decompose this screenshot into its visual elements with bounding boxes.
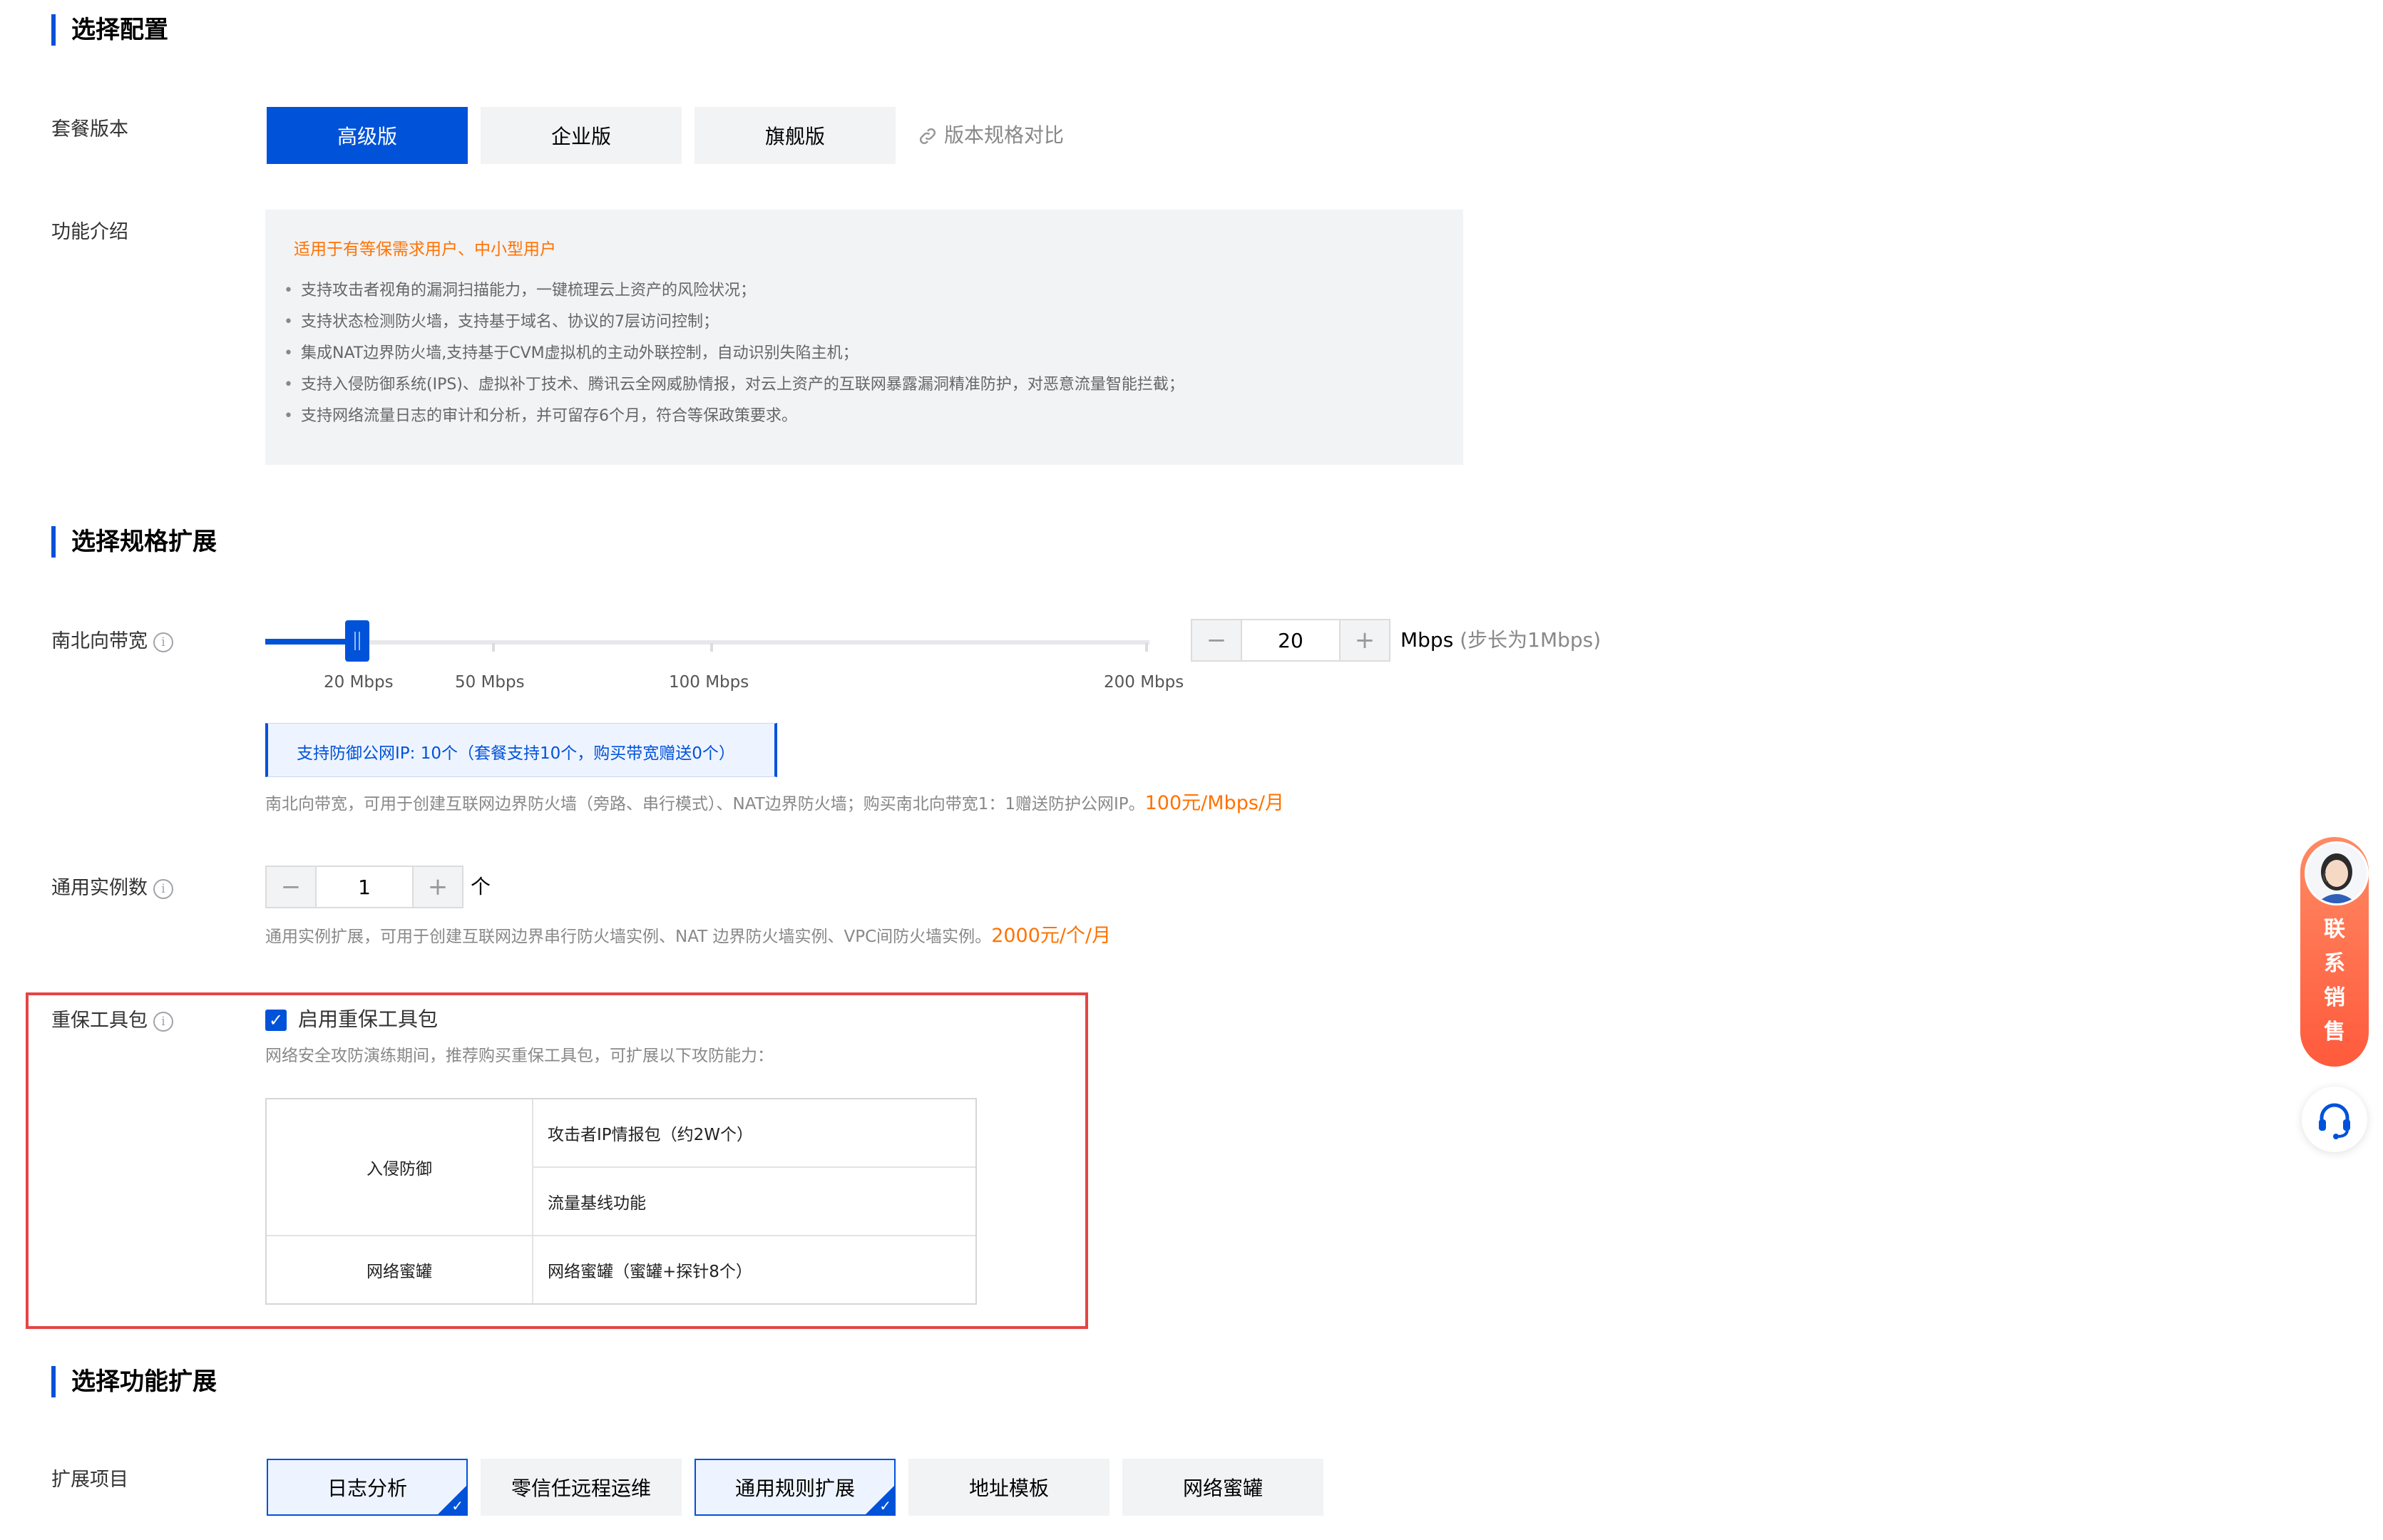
instances-note: 通用实例扩展，可用于创建互联网边界串行防火墙实例、NAT 边界防火墙实例、VPC… bbox=[265, 924, 1111, 949]
instances-note-text: 通用实例扩展，可用于创建互联网边界串行防火墙实例、NAT 边界防火墙实例、VPC… bbox=[265, 928, 992, 946]
info-icon[interactable]: i bbox=[153, 878, 173, 899]
feature-item: 支持入侵防御系统(IPS)、虚拟补丁技术、腾讯云全网威胁情报，对云上资产的互联网… bbox=[284, 369, 1184, 401]
instances-value-input[interactable]: 1 bbox=[315, 867, 414, 907]
sales-avatar bbox=[2305, 841, 2369, 905]
bandwidth-step-hint: (步长为1Mbps) bbox=[1460, 628, 1602, 652]
check-icon: ✓ bbox=[879, 1497, 891, 1514]
feature-item: 支持状态检测防火墙，支持基于域名、协议的7层访问控制； bbox=[284, 307, 1184, 338]
toolkit-label-text: 重保工具包 bbox=[51, 1010, 148, 1032]
bandwidth-label: 南北向带宽 i bbox=[51, 627, 173, 656]
package-option-advanced[interactable]: 高级版 bbox=[267, 107, 468, 164]
table-category-cell: 网络蜜罐 bbox=[367, 1263, 432, 1281]
section-accent-bar bbox=[51, 14, 56, 46]
instances-plus-button[interactable]: + bbox=[414, 867, 462, 907]
bandwidth-note: 南北向带宽，可用于创建互联网边界防火墙（旁路、串行模式）、NAT边界防火墙；购买… bbox=[265, 791, 1284, 816]
instances-minus-button[interactable]: − bbox=[267, 867, 315, 907]
toolkit-table: 入侵防御 攻击者IP情报包（约2W个） 流量基线功能 网络蜜罐 网络蜜罐（蜜罐+… bbox=[265, 1098, 977, 1305]
section-title-feature-ext: 选择功能扩展 bbox=[71, 1367, 217, 1396]
bandwidth-note-text: 南北向带宽，可用于创建互联网边界防火墙（旁路、串行模式）、NAT边界防火墙；购买… bbox=[265, 795, 1145, 813]
check-icon: ✓ bbox=[451, 1497, 463, 1514]
extension-option-log-analysis[interactable]: 日志分析 ✓ bbox=[267, 1459, 468, 1516]
toolkit-label: 重保工具包 i bbox=[51, 1007, 173, 1035]
toolkit-checkbox[interactable]: ✓ bbox=[265, 1010, 287, 1031]
bandwidth-unit: Mbps (步长为1Mbps) bbox=[1400, 626, 1601, 654]
contact-sales-label: 联系销售 bbox=[2324, 917, 2345, 1044]
toolkit-description: 网络安全攻防演练期间，推荐购买重保工具包，可扩展以下攻防能力： bbox=[265, 1047, 774, 1065]
contact-sales-button[interactable]: 联系销售 bbox=[2300, 837, 2369, 1067]
bandwidth-unit-text: Mbps bbox=[1400, 628, 1454, 652]
table-item-cell: 流量基线功能 bbox=[548, 1194, 646, 1213]
instances-price: 2000元/个/月 bbox=[991, 925, 1112, 947]
tick-label-20: 20 Mbps bbox=[324, 673, 394, 692]
features-list: 支持攻击者视角的漏洞扫描能力，一键梳理云上资产的风险状况； 支持状态检测防火墙，… bbox=[284, 275, 1184, 432]
section-accent-bar bbox=[51, 526, 56, 558]
tick-label-200: 200 Mbps bbox=[1104, 673, 1184, 692]
extensions-label: 扩展项目 bbox=[51, 1469, 128, 1491]
bandwidth-minus-button[interactable]: − bbox=[1192, 620, 1241, 660]
bandwidth-slider-track[interactable] bbox=[265, 640, 1149, 645]
customer-service-button[interactable] bbox=[2302, 1087, 2367, 1152]
section-accent-bar bbox=[51, 1366, 56, 1397]
bandwidth-plus-button[interactable]: + bbox=[1341, 620, 1389, 660]
ip-info-text: 支持防御公网IP: 10个（套餐支持10个，购买带宽赠送0个） bbox=[297, 744, 735, 763]
extension-option-zero-trust[interactable]: 零信任远程运维 bbox=[481, 1459, 682, 1516]
version-compare-link[interactable]: 版本规格对比 bbox=[917, 121, 1064, 150]
toolkit-checkbox-label[interactable]: 启用重保工具包 bbox=[298, 1005, 438, 1034]
bandwidth-stepper: − 20 + bbox=[1191, 619, 1390, 662]
instances-label-text: 通用实例数 bbox=[51, 877, 148, 899]
link-icon bbox=[919, 128, 936, 145]
extension-option-honeypot[interactable]: 网络蜜罐 bbox=[1122, 1459, 1323, 1516]
bandwidth-value-input[interactable]: 20 bbox=[1241, 620, 1341, 660]
package-label: 套餐版本 bbox=[51, 118, 128, 140]
extension-option-address-template[interactable]: 地址模板 bbox=[908, 1459, 1109, 1516]
bandwidth-label-text: 南北向带宽 bbox=[51, 630, 148, 652]
table-divider bbox=[532, 1099, 533, 1303]
feature-item: 支持攻击者视角的漏洞扫描能力，一键梳理云上资产的风险状况； bbox=[284, 275, 1184, 307]
bandwidth-price: 100元/Mbps/月 bbox=[1144, 792, 1284, 814]
extension-label: 日志分析 bbox=[327, 1477, 407, 1500]
instances-label: 通用实例数 i bbox=[51, 874, 173, 903]
package-option-enterprise[interactable]: 企业版 bbox=[481, 107, 682, 164]
instances-unit: 个 bbox=[471, 875, 491, 898]
tick-label-100: 100 Mbps bbox=[669, 673, 749, 692]
bandwidth-slider-handle[interactable] bbox=[345, 620, 369, 662]
section-title-config: 选择配置 bbox=[71, 16, 168, 44]
tick-label-50: 50 Mbps bbox=[455, 673, 525, 692]
agent-avatar-icon bbox=[2307, 843, 2367, 903]
headset-icon bbox=[2319, 1103, 2350, 1139]
slider-tick bbox=[710, 643, 713, 652]
table-item-cell: 攻击者IP情报包（约2W个） bbox=[548, 1126, 754, 1144]
version-compare-label: 版本规格对比 bbox=[944, 123, 1065, 147]
instances-stepper: − 1 + bbox=[265, 866, 463, 908]
slider-tick bbox=[492, 643, 495, 652]
contact-sales-text: 联系销售 bbox=[2300, 913, 2369, 1049]
section-title-spec: 选择规格扩展 bbox=[71, 528, 217, 556]
extension-label: 通用规则扩展 bbox=[734, 1477, 855, 1500]
ip-info-box: 支持防御公网IP: 10个（套餐支持10个，购买带宽赠送0个） bbox=[265, 723, 777, 777]
features-panel: 适用于有等保需求用户、中小型用户 支持攻击者视角的漏洞扫描能力，一键梳理云上资产… bbox=[265, 210, 1463, 465]
table-category-cell: 入侵防御 bbox=[367, 1160, 432, 1179]
slider-tick bbox=[1145, 643, 1148, 652]
table-item-cell: 网络蜜罐（蜜罐+探针8个） bbox=[548, 1263, 752, 1281]
features-label: 功能介绍 bbox=[51, 221, 128, 243]
feature-item: 支持网络流量日志的审计和分析，并可留存6个月，符合等保政策要求。 bbox=[284, 401, 1184, 432]
bandwidth-slider-fill bbox=[265, 639, 358, 645]
info-icon[interactable]: i bbox=[153, 632, 173, 652]
feature-item: 集成NAT边界防火墙,支持基于CVM虚拟机的主动外联控制，自动识别失陷主机； bbox=[284, 338, 1184, 369]
info-icon[interactable]: i bbox=[153, 1011, 173, 1032]
extension-option-general-rules[interactable]: 通用规则扩展 ✓ bbox=[695, 1459, 896, 1516]
package-option-flagship[interactable]: 旗舰版 bbox=[695, 107, 896, 164]
features-headline: 适用于有等保需求用户、中小型用户 bbox=[294, 240, 556, 259]
